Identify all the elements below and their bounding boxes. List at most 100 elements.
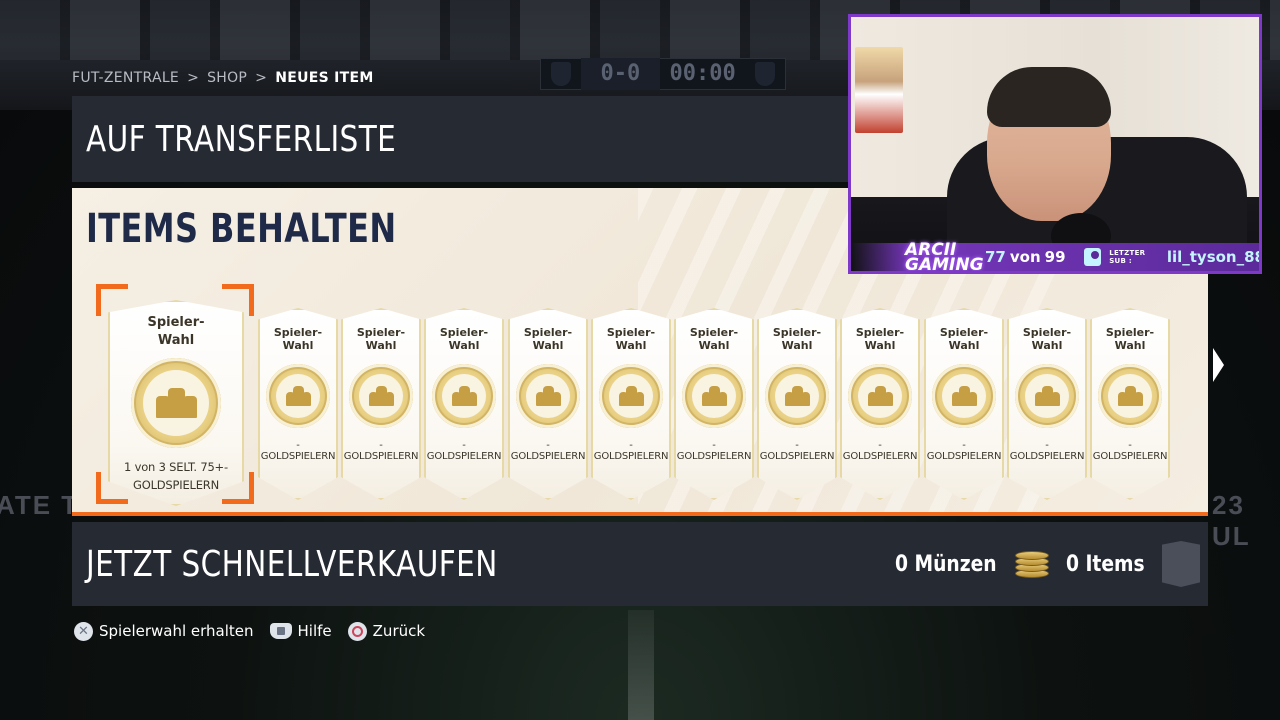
card-title-line1: Spieler- xyxy=(939,326,989,339)
stream-info-bar: ARCII GAMING 77 von 99 LETZTER SUB : lil… xyxy=(851,240,1262,274)
card-description: -GOLDSPIELERN xyxy=(510,440,586,462)
circle-button-icon xyxy=(347,621,367,641)
gold-players-icon xyxy=(932,364,996,428)
card-title-line1: Spieler- xyxy=(855,326,905,339)
hint-back[interactable]: Zurück xyxy=(347,621,426,641)
card-title-line2: Wahl xyxy=(282,339,314,352)
card-title-line1: Spieler- xyxy=(1022,326,1072,339)
gold-players-icon xyxy=(1015,364,1079,428)
hint-get-player-pick[interactable]: ✕ Spielerwahl erhalten xyxy=(74,621,254,641)
card-title-line1: Spieler- xyxy=(606,326,656,339)
gold-players-icon xyxy=(682,364,746,428)
breadcrumb-item-fut-zentrale[interactable]: FUT-ZENTRALE xyxy=(72,70,179,86)
player-pick-card[interactable]: Spieler- Wahl -GOLDSPIELERN xyxy=(1090,308,1170,500)
player-pick-card[interactable]: Spieler- Wahl -GOLDSPIELERN xyxy=(424,308,504,500)
card-description: -GOLDSPIELERN xyxy=(593,440,669,462)
card-description: -GOLDSPIELERN xyxy=(343,440,419,462)
background-text-left: ATE T xyxy=(0,490,80,520)
breadcrumb-current: NEUES ITEM xyxy=(275,70,374,86)
card-description: -GOLDSPIELERN xyxy=(426,440,502,462)
home-shield-icon xyxy=(541,58,581,90)
card-title-line2: Wahl xyxy=(365,339,397,352)
hint-help[interactable]: Hilfe xyxy=(269,622,332,640)
player-pick-card[interactable]: Spieler- Wahl -GOLDSPIELERN xyxy=(924,308,1004,500)
card-title-line1: Spieler- xyxy=(1105,326,1155,339)
player-pick-card[interactable]: Spieler- Wahl -GOLDSPIELERN xyxy=(840,308,920,500)
card-title-line2: Wahl xyxy=(448,339,480,352)
card-title-line2: Wahl xyxy=(948,339,980,352)
card-description-line1: 1 von 3 SELT. 75+- xyxy=(124,460,228,474)
hint-label: Hilfe xyxy=(297,622,332,640)
gold-players-icon xyxy=(349,364,413,428)
breadcrumb: FUT-ZENTRALE > SHOP > NEUES ITEM xyxy=(72,68,374,88)
card-title-line2: Wahl xyxy=(864,339,896,352)
card-title-line2: Wahl xyxy=(157,333,195,348)
away-shield-icon xyxy=(745,58,785,90)
scoreboard: 0-0 00:00 xyxy=(540,58,786,90)
match-timer: 00:00 xyxy=(669,61,736,86)
touchpad-button-icon xyxy=(269,623,292,639)
card-description: -GOLDSPIELERN xyxy=(926,440,1002,462)
background-text-right: 23 UL xyxy=(1212,490,1251,551)
gold-players-icon xyxy=(848,364,912,428)
quick-sell-summary: 0 Münzen 0 Items xyxy=(886,522,1200,606)
last-sub-label: LETZTER SUB : xyxy=(1109,249,1146,265)
coins-value: 0 Münzen xyxy=(894,551,997,577)
player-pick-card[interactable]: Spieler- Wahl -GOLDSPIELERN xyxy=(591,308,671,500)
card-description: -GOLDSPIELERN xyxy=(676,440,752,462)
breadcrumb-separator: > xyxy=(187,70,200,86)
card-title-line1: Spieler- xyxy=(772,326,822,339)
card-description: -GOLDSPIELERN xyxy=(1092,440,1168,462)
card-title-line1: Spieler- xyxy=(523,326,573,339)
coins-stack-icon xyxy=(1015,549,1050,579)
card-title-line2: Wahl xyxy=(781,339,813,352)
quick-sell-option[interactable]: JETZT SCHNELLVERKAUFEN 0 Münzen 0 Items xyxy=(72,522,1208,606)
player-pick-card[interactable]: Spieler- Wahl -GOLDSPIELERN xyxy=(341,308,421,500)
pack-counter: 77 von 99 xyxy=(985,248,1066,266)
card-title-line1: Spieler- xyxy=(689,326,739,339)
player-pick-card[interactable]: Spieler- Wahl -GOLDSPIELERN xyxy=(674,308,754,500)
gold-players-icon xyxy=(1098,364,1162,428)
quick-sell-title: JETZT SCHNELLVERKAUFEN xyxy=(86,543,498,585)
card-title-line2: Wahl xyxy=(698,339,730,352)
breadcrumb-item-shop[interactable]: SHOP xyxy=(207,70,247,86)
selected-player-pick-card[interactable]: Spieler- Wahl 1 von 3 SELT. 75+- GOLDSPI… xyxy=(108,300,244,506)
card-title-line2: Wahl xyxy=(532,339,564,352)
card-description: -GOLDSPIELERN xyxy=(1009,440,1085,462)
card-title-line1: Spieler- xyxy=(439,326,489,339)
player-pick-card[interactable]: Spieler- Wahl -GOLDSPIELERN xyxy=(258,308,338,500)
card-title-line1: Spieler- xyxy=(273,326,323,339)
gold-players-icon xyxy=(599,364,663,428)
card-title-line2: Wahl xyxy=(1114,339,1146,352)
gold-players-icon xyxy=(131,358,221,448)
controller-hints: ✕ Spielerwahl erhalten Hilfe Zurück xyxy=(74,620,425,642)
card-description: -GOLDSPIELERN xyxy=(842,440,918,462)
player-pick-card[interactable]: Spieler- Wahl -GOLDSPIELERN xyxy=(508,308,588,500)
player-pick-card[interactable]: Spieler- Wahl -GOLDSPIELERN xyxy=(757,308,837,500)
card-title-line1: Spieler- xyxy=(147,315,205,330)
webcam-overlay: ARCII GAMING 77 von 99 LETZTER SUB : lil… xyxy=(848,14,1262,274)
hint-label: Spielerwahl erhalten xyxy=(99,622,254,640)
card-title-line2: Wahl xyxy=(615,339,647,352)
item-slot-icon xyxy=(1162,541,1200,587)
gold-players-icon xyxy=(432,364,496,428)
last-sub-name: lil_tyson_88 xyxy=(1166,248,1262,266)
hint-label: Zurück xyxy=(372,622,426,640)
gold-players-icon xyxy=(266,364,330,428)
gold-players-icon xyxy=(516,364,580,428)
pitch-line xyxy=(628,610,654,720)
keep-items-title: ITEMS BEHALTEN xyxy=(86,206,397,252)
stream-logo: ARCII GAMING xyxy=(905,240,984,274)
player-pick-card[interactable]: Spieler- Wahl -GOLDSPIELERN xyxy=(1007,308,1087,500)
card-title-line1: Spieler- xyxy=(356,326,406,339)
card-description: -GOLDSPIELERN xyxy=(759,440,835,462)
cross-button-icon: ✕ xyxy=(74,621,93,641)
subscriber-icon xyxy=(1083,248,1102,266)
breadcrumb-separator: > xyxy=(255,70,268,86)
chevron-right-icon[interactable] xyxy=(1213,348,1224,382)
card-title-line2: Wahl xyxy=(1031,339,1063,352)
transfer-list-option[interactable]: AUF TRANSFERLISTE xyxy=(72,96,852,182)
card-description: -GOLDSPIELERN xyxy=(260,440,336,462)
score: 0-0 xyxy=(580,58,661,90)
wall-photo xyxy=(855,47,903,133)
